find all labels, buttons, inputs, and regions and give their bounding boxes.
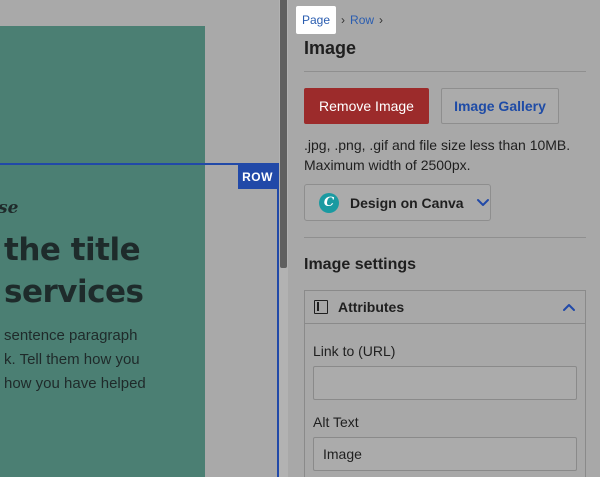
attributes-label: Attributes bbox=[338, 299, 405, 315]
headline-line: services bbox=[4, 274, 144, 310]
paragraph-line: how you have helped bbox=[4, 375, 146, 392]
attributes-accordion-header[interactable]: Attributes bbox=[305, 291, 585, 324]
headline-line: the title bbox=[4, 232, 141, 268]
paragraph-line: sentence paragraph bbox=[4, 327, 138, 344]
breadcrumb: Page › Row › bbox=[296, 6, 388, 34]
eyebrow-text: se bbox=[0, 198, 19, 218]
canva-logo-icon: C bbox=[319, 192, 339, 213]
breadcrumb-separator: › bbox=[379, 13, 384, 27]
chevron-down-icon bbox=[476, 198, 489, 206]
paragraph-line: k. Tell them how you bbox=[4, 351, 140, 368]
file-requirements-text: .jpg, .png, .gif and file size less than… bbox=[304, 137, 571, 153]
page-canvas[interactable]: ROW se the title services sentence parag… bbox=[0, 0, 279, 477]
canvas-scrollbar-thumb[interactable] bbox=[280, 0, 287, 268]
image-gallery-button[interactable]: Image Gallery bbox=[441, 88, 559, 124]
alt-text-input[interactable] bbox=[313, 437, 577, 471]
link-url-label: Link to (URL) bbox=[313, 343, 396, 359]
breadcrumb-page-link[interactable]: Page bbox=[296, 6, 337, 34]
remove-image-button[interactable]: Remove Image bbox=[304, 88, 429, 124]
breadcrumb-separator: › bbox=[341, 13, 346, 27]
alt-text-label: Alt Text bbox=[313, 414, 359, 430]
divider bbox=[304, 237, 586, 238]
divider bbox=[304, 71, 586, 72]
chevron-up-icon[interactable] bbox=[562, 302, 576, 312]
row-selection-frame[interactable] bbox=[0, 163, 279, 477]
link-url-input[interactable] bbox=[313, 366, 577, 400]
design-on-canva-button[interactable]: C Design on Canva bbox=[304, 184, 491, 221]
row-badge[interactable]: ROW bbox=[238, 164, 277, 189]
settings-panel: Page › Row › Image Remove Image Image Ga… bbox=[288, 0, 600, 477]
image-settings-title: Image settings bbox=[304, 256, 417, 273]
attributes-accordion: Attributes Link to (URL) Alt Text bbox=[304, 290, 586, 477]
max-width-text: Maximum width of 2500px. bbox=[304, 157, 471, 173]
breadcrumb-row-link[interactable]: Row bbox=[350, 13, 374, 27]
sidebar-layout-icon bbox=[314, 300, 328, 314]
canva-button-label: Design on Canva bbox=[350, 194, 464, 211]
section-title: Image bbox=[304, 38, 357, 58]
